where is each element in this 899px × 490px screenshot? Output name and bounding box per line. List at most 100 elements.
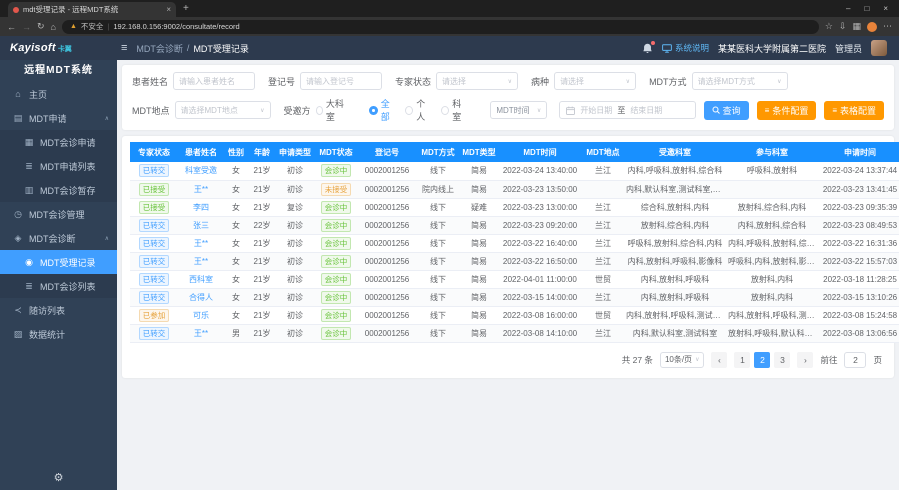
- sidebar-item-mdt-consult-list[interactable]: ≣MDT会诊列表: [0, 274, 117, 298]
- cell-mdt_mode: 线下: [416, 270, 460, 288]
- maximize-icon[interactable]: □: [864, 4, 869, 13]
- notification-badge: [651, 41, 655, 45]
- column-header-name: 患者姓名: [178, 142, 224, 162]
- mdt-mode-select[interactable]: 请选择MDT方式 ∨: [692, 72, 788, 90]
- page-button-2[interactable]: 2: [754, 352, 770, 368]
- status-tag: 会诊中: [321, 255, 352, 268]
- condition-config-icon: ≡: [765, 106, 770, 115]
- filter-invitee: 受邀方 大科室: [284, 97, 357, 123]
- browser-menu-icon[interactable]: ⋯: [883, 21, 892, 32]
- patient-name-link[interactable]: 李四: [193, 203, 209, 212]
- cell-mdt_type: 简易: [460, 216, 498, 234]
- cell-apply_type: 初诊: [276, 288, 314, 306]
- settings-gear-icon[interactable]: ⚙: [0, 471, 117, 484]
- patient-name-link[interactable]: 张三: [193, 221, 209, 230]
- mdt-place-select[interactable]: 请选择MDT地点 ∨: [175, 101, 271, 119]
- prev-page-button[interactable]: ‹: [711, 352, 727, 368]
- cell-expert_status: 已转交: [130, 162, 178, 180]
- search-button[interactable]: 查询: [704, 101, 749, 120]
- cell-reg_no: 0002001256: [358, 252, 416, 270]
- condition-config-button[interactable]: ≡ 条件配置: [757, 101, 817, 120]
- status-tag: 会诊中: [321, 291, 352, 304]
- close-icon[interactable]: ×: [883, 4, 888, 13]
- radio-scope-0[interactable]: 全部: [369, 97, 395, 123]
- system-help-label: 系统说明: [675, 42, 709, 54]
- cell-mdt_type: 简易: [460, 162, 498, 180]
- sidebar-item-mdt-consult-apply[interactable]: ▦MDT会诊申请: [0, 130, 117, 154]
- extensions-icon[interactable]: ▦: [852, 21, 861, 32]
- favorite-star-icon[interactable]: ☆: [825, 21, 833, 32]
- sidebar: 远程MDT系统 ⌂主页▤MDT申请∧▦MDT会诊申请≣MDT申请列表▥MDT会诊…: [0, 60, 117, 490]
- cell-joined_depts: 呼吸科,内科,放射科,影像科: [726, 252, 818, 270]
- tab-close-icon[interactable]: ×: [166, 5, 171, 14]
- cell-mdt_type: 简易: [460, 234, 498, 252]
- refresh-icon[interactable]: ↻: [37, 21, 45, 32]
- status-tag: 已接受: [139, 201, 170, 214]
- patient-name-link[interactable]: 王**: [194, 185, 208, 194]
- cell-mdt_type: 简易: [460, 180, 498, 198]
- cell-joined_depts: 放射科,综合科,内科: [726, 198, 818, 216]
- disease-select[interactable]: 请选择 ∨: [554, 72, 636, 90]
- status-tag: 已转交: [139, 219, 170, 232]
- status-tag: 已转交: [139, 164, 170, 177]
- sidebar-item-mdt-apply-list[interactable]: ≣MDT申请列表: [0, 154, 117, 178]
- column-header-reg_no: 登记号: [358, 142, 416, 162]
- table-row: 已转交西科室女21岁初诊会诊中0002001256线下简易2022-04-01 …: [130, 270, 899, 288]
- notification-bell-icon[interactable]: [642, 43, 653, 54]
- mdt-time-select[interactable]: MDT时间 ∨: [490, 101, 547, 119]
- downloads-icon[interactable]: ⇩: [839, 21, 847, 32]
- next-page-button[interactable]: ›: [797, 352, 813, 368]
- filter-panel: 患者姓名 登记号 专家状态 请选择 ∨: [122, 65, 894, 130]
- sidebar-toggle-icon[interactable]: ≡: [121, 42, 127, 54]
- radio-scope-2[interactable]: 科室: [441, 97, 467, 123]
- sidebar-item-mdt-consult-draft[interactable]: ▥MDT会诊暂存: [0, 178, 117, 202]
- patient-name-link[interactable]: 王**: [194, 329, 208, 338]
- chevron-up-icon: ∧: [105, 115, 109, 122]
- cell-age: 21岁: [248, 306, 276, 324]
- table-config-button[interactable]: ≡ 表格配置: [824, 101, 884, 120]
- column-header-joined_depts: 参与科室: [726, 142, 818, 162]
- radio-scope-1[interactable]: 个人: [405, 97, 431, 123]
- browser-tab[interactable]: mdt受理记录 - 远程MDT系统 ×: [8, 2, 176, 17]
- system-help-link[interactable]: 系统说明: [662, 42, 709, 54]
- cell-gender: 女: [224, 198, 248, 216]
- app-header: Kayisoft 卡翼 ≡ MDT会诊断 / MDT受理记录 系统说明 某某医科…: [0, 36, 899, 60]
- minimize-icon[interactable]: –: [846, 4, 850, 13]
- goto-page-input[interactable]: [844, 352, 866, 368]
- radio-big-dept[interactable]: 大科室: [316, 97, 347, 123]
- new-tab-icon[interactable]: +: [183, 3, 189, 14]
- cell-mdt_mode: 线下: [416, 306, 460, 324]
- page-button-3[interactable]: 3: [774, 352, 790, 368]
- cell-expert_status: 已参加: [130, 306, 178, 324]
- sidebar-item-mdt-diagnose[interactable]: ◈MDT会诊断∧: [0, 226, 117, 250]
- patient-name-link[interactable]: 可乐: [193, 311, 209, 320]
- forward-icon[interactable]: →: [22, 22, 31, 32]
- cell-reg_no: 0002001256: [358, 288, 416, 306]
- table-config-label: 表格配置: [840, 104, 876, 117]
- page-size-select[interactable]: 10条/页 ∨: [660, 352, 705, 368]
- user-avatar[interactable]: [871, 40, 887, 56]
- sidebar-item-mdt-apply[interactable]: ▤MDT申请∧: [0, 106, 117, 130]
- patient-name-link[interactable]: 王**: [194, 239, 208, 248]
- status-tag: 已转交: [139, 237, 170, 250]
- patient-name-input[interactable]: [173, 72, 255, 90]
- date-range-separator: 至: [617, 105, 625, 116]
- date-range-picker[interactable]: 开始日期 至 结束日期: [559, 101, 695, 119]
- browser-profile-avatar[interactable]: [867, 22, 877, 32]
- reg-no-input[interactable]: [300, 72, 382, 90]
- patient-name-link[interactable]: 王**: [194, 257, 208, 266]
- expert-status-select[interactable]: 请选择 ∨: [436, 72, 518, 90]
- sidebar-item-mdt-consult-manage[interactable]: ◷MDT会诊管理: [0, 202, 117, 226]
- sidebar-item-mdt-accept-record[interactable]: ◉MDT受理记录: [0, 250, 117, 274]
- patient-name-link[interactable]: 西科室: [189, 275, 213, 284]
- cell-mdt_place: 兰江: [582, 288, 624, 306]
- page-button-1[interactable]: 1: [734, 352, 750, 368]
- back-icon[interactable]: ←: [7, 22, 16, 32]
- sidebar-item-statistics[interactable]: ▨数据统计: [0, 322, 117, 346]
- sidebar-item-home[interactable]: ⌂主页: [0, 82, 117, 106]
- patient-name-link[interactable]: 合得人: [189, 293, 213, 302]
- patient-name-link[interactable]: 科室受邀: [185, 166, 217, 175]
- address-bar[interactable]: ▲ 不安全 | 192.168.0.156:9002/consultate/re…: [62, 20, 819, 34]
- sidebar-item-followup-list[interactable]: ≺随访列表: [0, 298, 117, 322]
- home-browser-icon[interactable]: ⌂: [51, 22, 56, 32]
